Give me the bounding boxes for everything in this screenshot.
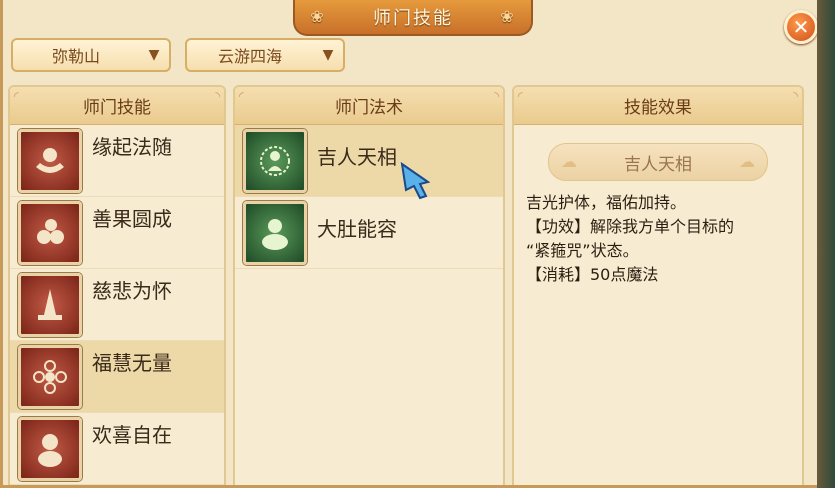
chevron-down-icon: ▼ bbox=[148, 47, 160, 63]
skills-panel: 师门技能 ◜ ◝ 缘起法随 善果圆成 慈悲为怀 福慧无量 欢喜自在 bbox=[8, 85, 226, 485]
corner-ornament-icon: ◜ bbox=[518, 89, 523, 103]
skill-item-5[interactable]: 欢喜自在 bbox=[10, 413, 224, 485]
fruits-icon bbox=[18, 200, 82, 265]
skill-label: 欢喜自在 bbox=[92, 423, 172, 447]
spells-panel-title: 师门法术 bbox=[335, 98, 403, 118]
effect-skill-banner: ☁ 吉人天相 ☁ bbox=[548, 143, 768, 181]
lotus-flower-icon bbox=[18, 344, 82, 409]
skill-item-1[interactable]: 缘起法随 bbox=[10, 125, 224, 197]
cloud-ornament-icon: ☁ bbox=[561, 152, 577, 171]
corner-ornament-icon: ◝ bbox=[494, 89, 499, 103]
corner-ornament-icon: ◜ bbox=[14, 89, 19, 103]
corner-ornament-icon: ◝ bbox=[215, 89, 220, 103]
effect-panel-title: 技能效果 bbox=[624, 98, 692, 118]
close-button[interactable]: ✕ bbox=[784, 10, 818, 44]
effect-line: “紧箍咒”状态。 bbox=[526, 241, 639, 260]
mode-dropdown[interactable]: 云游四海 ▼ bbox=[185, 38, 345, 72]
sect-dropdown-value: 弥勒山 bbox=[51, 47, 100, 66]
effect-panel: 技能效果 ◜ ◝ ☁ 吉人天相 ☁ 吉光护体，福佑加持。 【功效】解除我方单个目… bbox=[512, 85, 804, 485]
spells-panel: 师门法术 ◜ ◝ 吉人天相 大肚能容 bbox=[233, 85, 505, 485]
cloud-ornament-icon: ☁ bbox=[739, 152, 755, 171]
spell-label: 吉人天相 bbox=[317, 145, 397, 169]
laughing-buddha-icon bbox=[18, 416, 82, 481]
cursor-pointer-icon bbox=[400, 161, 431, 200]
right-scroll-ornament-icon: ❀ bbox=[500, 7, 516, 26]
effect-description: 吉光护体，福佑加持。 【功效】解除我方单个目标的 “紧箍咒”状态。 【消耗】50… bbox=[514, 181, 802, 287]
effect-line: 吉光护体，福佑加持。 bbox=[526, 193, 687, 212]
skill-label: 慈悲为怀 bbox=[92, 279, 172, 303]
spell-item-2[interactable]: 大肚能容 bbox=[235, 197, 503, 269]
window-title: 师门技能 bbox=[373, 8, 453, 29]
sect-dropdown[interactable]: 弥勒山 ▼ bbox=[11, 38, 171, 72]
effect-line: 【功效】解除我方单个目标的 bbox=[526, 217, 735, 236]
effect-line: 【消耗】50点魔法 bbox=[526, 265, 659, 284]
hand-offering-icon bbox=[18, 128, 82, 193]
right-edge-decoration bbox=[817, 0, 835, 488]
corner-ornament-icon: ◝ bbox=[793, 89, 798, 103]
window-title-bar: ❀ 师门技能 ❀ bbox=[293, 0, 533, 36]
chevron-down-icon: ▼ bbox=[322, 47, 334, 63]
left-scroll-ornament-icon: ❀ bbox=[310, 7, 326, 26]
skill-item-2[interactable]: 善果圆成 bbox=[10, 197, 224, 269]
spells-panel-header: 师门法术 ◜ ◝ bbox=[235, 87, 503, 125]
praying-hands-icon bbox=[18, 272, 82, 337]
effect-skill-title: 吉人天相 bbox=[624, 154, 692, 175]
mode-dropdown-value: 云游四海 bbox=[217, 47, 282, 66]
effect-panel-header: 技能效果 ◜ ◝ bbox=[514, 87, 802, 125]
glowing-figure-icon bbox=[243, 128, 307, 193]
skill-window: ❀ 师门技能 ❀ ✕ 弥勒山 ▼ 云游四海 ▼ 师门技能 ◜ ◝ 缘起法随 善果… bbox=[0, 0, 835, 488]
skill-label: 福慧无量 bbox=[92, 351, 172, 375]
corner-ornament-icon: ◜ bbox=[239, 89, 244, 103]
spell-label: 大肚能容 bbox=[317, 217, 397, 241]
skill-label: 善果圆成 bbox=[92, 207, 172, 231]
spell-item-1[interactable]: 吉人天相 bbox=[235, 125, 503, 197]
skill-item-3[interactable]: 慈悲为怀 bbox=[10, 269, 224, 341]
skill-label: 缘起法随 bbox=[92, 135, 172, 159]
close-icon: ✕ bbox=[792, 15, 810, 39]
skills-panel-title: 师门技能 bbox=[83, 98, 151, 118]
skills-panel-header: 师门技能 ◜ ◝ bbox=[10, 87, 224, 125]
skill-item-4[interactable]: 福慧无量 bbox=[10, 341, 224, 413]
buddha-figure-icon bbox=[243, 200, 307, 265]
